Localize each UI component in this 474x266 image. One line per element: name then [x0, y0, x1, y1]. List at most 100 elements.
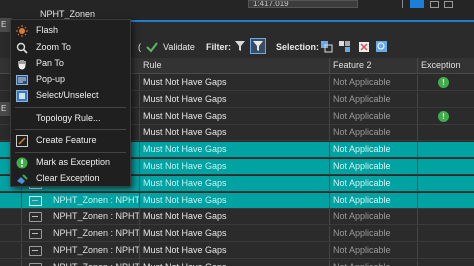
dropdown-paren: ( — [138, 42, 141, 52]
exception-icon — [16, 157, 28, 169]
active-tool-icon[interactable] — [410, 0, 424, 8]
filter-icon[interactable] — [234, 40, 246, 52]
polygon-error-icon — [29, 246, 42, 256]
rule-cell: Must Not Have Gaps — [140, 142, 330, 159]
clear-exception-icon — [17, 174, 28, 184]
menu-item-mark-as-exception[interactable]: Mark as Exception — [11, 155, 130, 171]
exception-cell — [418, 142, 474, 158]
menu-item-flash[interactable]: Flash — [11, 23, 130, 39]
menu-item-label: Clear Exception — [36, 173, 100, 183]
polygon-error-icon — [29, 229, 42, 240]
scale-value: 1:417.019 — [253, 0, 289, 8]
rule-cell: Must Not Have Gaps — [140, 243, 330, 259]
feature2-cell: Not Applicable — [330, 142, 418, 159]
feature1-cell: NPHT_Zonen : NPHT... — [50, 259, 140, 266]
popup-icon — [16, 75, 28, 85]
layer-title: NPHT_Zonen — [40, 9, 96, 19]
menu-item-pan-to[interactable]: Pan To — [11, 56, 130, 72]
rule-cell: Must Not Have Gaps — [140, 259, 330, 266]
exception-cell — [418, 193, 474, 209]
flash-icon — [16, 25, 28, 37]
row-selector[interactable] — [0, 259, 22, 266]
zoom-to-icon — [16, 42, 28, 54]
rule-cell: Must Not Have Gaps — [140, 159, 330, 175]
tool-icon[interactable] — [430, 1, 439, 8]
feature2-cell: Not Applicable — [330, 192, 418, 209]
rule-cell: Must Not Have Gaps — [140, 125, 330, 142]
row-selector[interactable] — [0, 226, 22, 243]
zoom-selection-icon[interactable] — [375, 40, 388, 53]
menu-item-label: Create Feature — [36, 135, 97, 145]
exception-cell — [418, 226, 474, 242]
clear-selection-icon[interactable] — [358, 40, 371, 53]
polygon-error-icon — [29, 212, 42, 223]
table-row[interactable]: NPHT_Zonen : NPHT...Must Not Have GapsNo… — [0, 243, 474, 259]
table-row[interactable]: NPHT_Zonen : NPHT...Must Not Have GapsNo… — [0, 209, 474, 226]
scale-field[interactable]: 1:417.019 — [248, 0, 358, 8]
menu-item-popup[interactable]: Pop-up — [11, 72, 130, 88]
rule-cell: Must Not Have Gaps — [140, 192, 330, 209]
column-header-exception[interactable]: Exception — [418, 58, 474, 74]
pan-hand-icon — [18, 60, 26, 70]
feature2-cell: Not Applicable — [330, 125, 418, 142]
menu-separator — [15, 107, 126, 108]
exception-icon: ! — [438, 110, 449, 122]
row-selector[interactable] — [0, 192, 22, 209]
divider — [402, 0, 403, 8]
filter-label: Filter: — [206, 42, 232, 52]
feature2-cell: Not Applicable — [330, 259, 418, 266]
selection-label: Selection: — [276, 42, 320, 52]
menu-item-label: Select/Unselect — [36, 90, 99, 100]
exception-cell — [418, 209, 474, 225]
menu-item-clear-exception[interactable]: Clear Exception — [11, 171, 130, 187]
rule-cell: Must Not Have Gaps — [140, 175, 330, 192]
rule-cell: Must Not Have Gaps — [140, 108, 330, 125]
column-header-rule[interactable]: Rule — [140, 58, 330, 74]
switch-selection-icon[interactable] — [338, 40, 351, 53]
rule-cell: Must Not Have Gaps — [140, 226, 330, 243]
menu-item-zoom-to[interactable]: Zoom To — [11, 40, 130, 56]
table-row[interactable]: NPHT_Zonen : NPHT...Must Not Have GapsNo… — [0, 226, 474, 243]
feature1-cell: NPHT_Zonen : NPHT... — [50, 192, 140, 209]
feature1-cell: NPHT_Zonen : NPHT... — [50, 209, 140, 226]
filter-selected-button[interactable] — [250, 38, 266, 54]
row-selector[interactable] — [0, 243, 22, 259]
validate-label: Validate — [163, 42, 195, 52]
table-row[interactable]: NPHT_Zonen : NPHT...Must Not Have GapsNo… — [0, 259, 474, 266]
select-icon — [16, 90, 28, 102]
rule-cell: Must Not Have Gaps — [140, 209, 330, 226]
exception-cell — [418, 159, 474, 175]
exception-cell — [418, 260, 474, 266]
tool-icon[interactable] — [444, 1, 453, 8]
menu-item-select-unselect[interactable]: Select/Unselect — [11, 88, 130, 104]
column-header-feature2[interactable]: Feature 2 — [330, 58, 418, 74]
filter-extent-icon — [253, 41, 263, 51]
table-row[interactable]: NPHT_Zonen : NPHT...Must Not Have GapsNo… — [0, 192, 474, 209]
menu-item-create-feature[interactable]: Create Feature — [11, 133, 130, 149]
menu-item-label: Mark as Exception — [36, 157, 111, 167]
feature2-cell: Not Applicable — [330, 159, 418, 175]
menu-item-label: Pan To — [36, 58, 64, 68]
feature1-cell: NPHT_Zonen : NPHT... — [50, 243, 140, 259]
feature2-cell: Not Applicable — [330, 226, 418, 243]
exception-cell — [418, 243, 474, 259]
feature2-cell: Not Applicable — [330, 243, 418, 259]
feature2-cell: Not Applicable — [330, 75, 418, 91]
feature2-cell: Not Applicable — [330, 175, 418, 192]
feature1-cell: NPHT_Zonen : NPHT... — [50, 226, 140, 243]
rule-cell: Must Not Have Gaps — [140, 91, 330, 108]
feature2-cell: Not Applicable — [330, 209, 418, 226]
context-menu: Flash Zoom To Pan To Pop-up Select/Unsel… — [10, 19, 131, 187]
menu-item-topology-rule[interactable]: Topology Rule... — [11, 111, 130, 127]
menu-item-label: Pop-up — [36, 74, 66, 84]
row-selector[interactable] — [0, 209, 22, 226]
feature2-cell: Not Applicable — [330, 91, 418, 108]
menu-item-label: Flash — [36, 25, 59, 35]
select-features-icon[interactable] — [320, 40, 333, 53]
exception-cell — [418, 92, 474, 108]
exception-cell — [418, 176, 474, 192]
menu-separator — [15, 152, 126, 153]
validate-button[interactable]: Validate — [145, 39, 195, 55]
menu-separator — [15, 129, 126, 130]
exception-icon: ! — [438, 77, 449, 88]
